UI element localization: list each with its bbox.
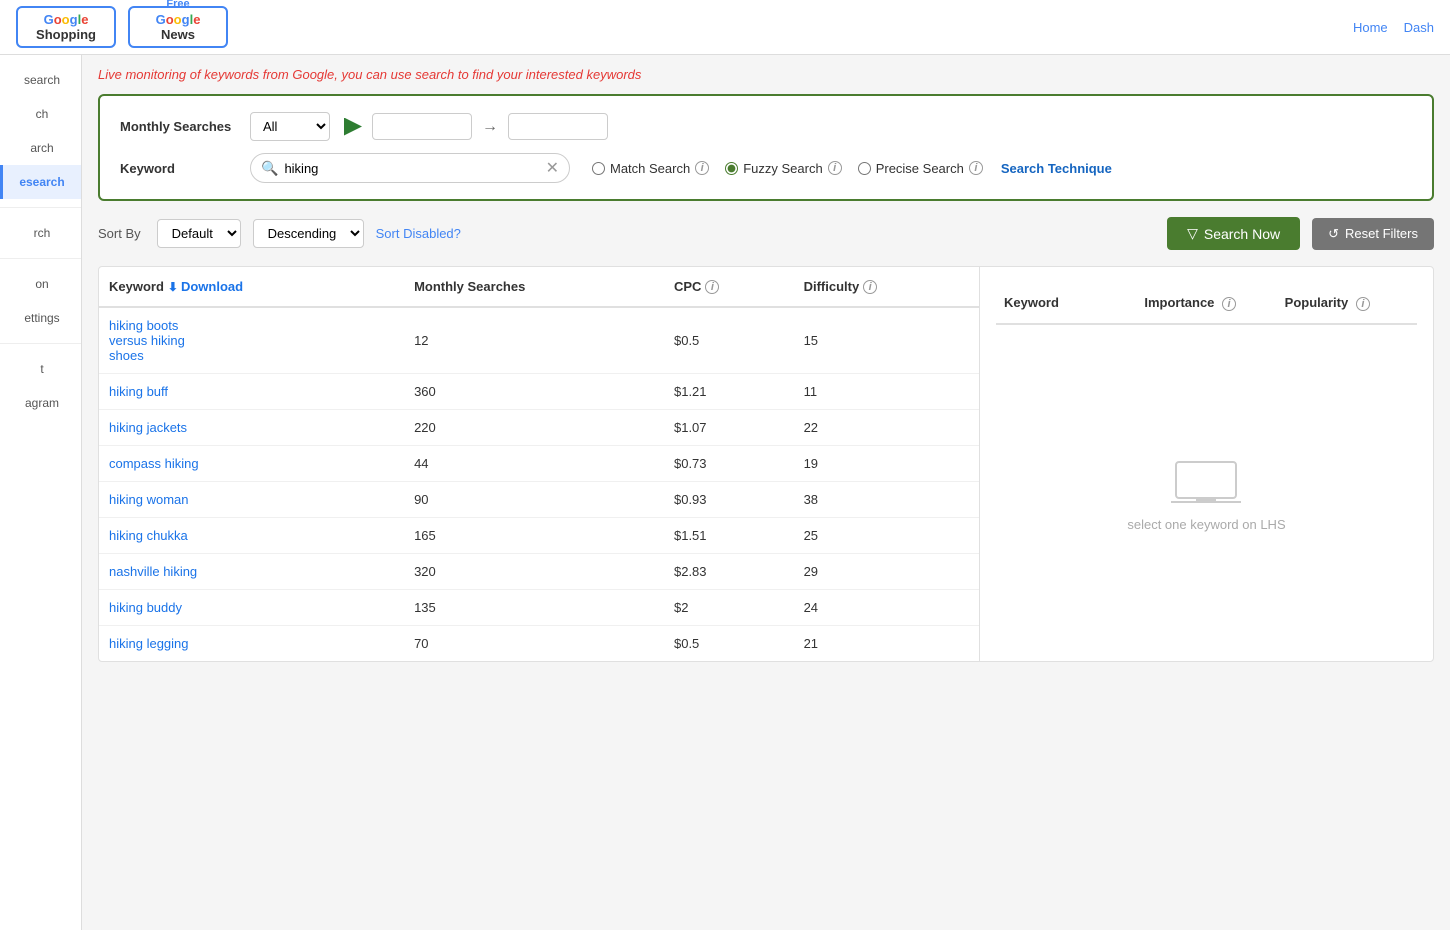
monthly-label: Monthly Searches <box>120 119 240 134</box>
reset-filters-button[interactable]: ↺ Reset Filters <box>1312 218 1434 250</box>
table-row: hiking woman 90 $0.93 38 <box>99 482 979 518</box>
fuzzy-search-radio[interactable]: Fuzzy Search i <box>725 161 841 176</box>
popularity-info-icon[interactable]: i <box>1356 297 1370 311</box>
shopping-tab[interactable]: Google Shopping <box>16 6 116 48</box>
left-panel: Keyword ⬇ Download Mon <box>99 267 979 661</box>
home-link[interactable]: Home <box>1353 20 1388 35</box>
table-row: hiking legging 70 $0.5 21 <box>99 626 979 662</box>
col-keyword: Keyword ⬇ Download <box>99 267 404 307</box>
main-layout: search ch arch esearch rch on ettings <box>0 55 1450 930</box>
app-container: Google Shopping Free Google News Home Da… <box>0 0 1450 930</box>
sort-order-select[interactable]: Descending <box>253 219 364 248</box>
precise-info-icon[interactable]: i <box>969 161 983 175</box>
table-row: hiking jackets 220 $1.07 22 <box>99 410 979 446</box>
top-nav: Google Shopping Free Google News Home Da… <box>0 0 1450 55</box>
results-table: Keyword ⬇ Download Mon <box>99 267 979 661</box>
download-icon: ⬇ <box>168 280 178 294</box>
alert-banner: Live monitoring of keywords from Google,… <box>98 67 1434 82</box>
keyword-link[interactable]: compass hiking <box>109 456 199 471</box>
importance-info-icon[interactable]: i <box>1222 297 1236 311</box>
sidebar: search ch arch esearch rch on ettings <box>0 55 82 930</box>
clear-icon[interactable]: ✕ <box>546 158 559 178</box>
sidebar-item-2[interactable]: arch <box>0 131 81 165</box>
right-panel-hint: select one keyword on LHS <box>1127 517 1285 532</box>
sidebar-item-5[interactable]: on <box>0 267 81 301</box>
fuzzy-info-icon[interactable]: i <box>828 161 842 175</box>
right-panel-placeholder: select one keyword on LHS <box>1127 454 1285 532</box>
difficulty-info-icon[interactable]: i <box>863 280 877 294</box>
keyword-search-container: 🔍 ✕ <box>250 153 570 183</box>
sidebar-item-8[interactable]: agram <box>0 386 81 420</box>
right-col-popularity: Popularity i <box>1277 283 1417 323</box>
table-row: hiking buff 360 $1.21 11 <box>99 374 979 410</box>
search-technique-link[interactable]: Search Technique <box>1001 161 1112 176</box>
results-container: Keyword ⬇ Download Mon <box>98 266 1434 662</box>
cpc-info-icon[interactable]: i <box>705 280 719 294</box>
right-panel: Keyword Importance i Popularity i <box>979 267 1433 661</box>
table-row: nashville hiking 320 $2.83 29 <box>99 554 979 590</box>
keyword-link[interactable]: hiking woman <box>109 492 189 507</box>
search-mode-group: Match Search i Fuzzy Search i Precise Se… <box>592 161 983 176</box>
keyword-link[interactable]: hiking legging <box>109 636 189 651</box>
col-monthly: Monthly Searches <box>404 267 664 307</box>
fuzzy-search-label: Fuzzy Search <box>743 161 822 176</box>
main-content: Live monitoring of keywords from Google,… <box>82 55 1450 930</box>
reset-icon: ↺ <box>1328 226 1339 242</box>
keyword-link[interactable]: hiking bootsversus hikingshoes <box>109 318 185 363</box>
sort-default-select[interactable]: Default <box>157 219 241 248</box>
precise-search-radio[interactable]: Precise Search i <box>858 161 983 176</box>
keyword-link[interactable]: hiking jackets <box>109 420 187 435</box>
sidebar-item-1[interactable]: ch <box>0 97 81 131</box>
free-badge: Free <box>166 0 189 10</box>
news-tab[interactable]: Free Google News <box>128 6 228 48</box>
keyword-link[interactable]: nashville hiking <box>109 564 197 579</box>
right-col-keyword: Keyword <box>996 283 1136 323</box>
sidebar-item-0[interactable]: search <box>0 63 81 97</box>
keyword-label: Keyword <box>120 161 240 176</box>
sidebar-item-7[interactable]: t <box>0 352 81 386</box>
dash-link[interactable]: Dash <box>1404 20 1434 35</box>
select-arrow-icon <box>344 118 362 136</box>
match-search-label: Match Search <box>610 161 690 176</box>
col-cpc: CPC i <box>664 267 794 307</box>
shopping-label: Shopping <box>36 27 96 42</box>
keyword-input[interactable] <box>284 161 539 176</box>
keyword-link[interactable]: hiking buff <box>109 384 168 399</box>
range-to-input[interactable] <box>508 113 608 140</box>
filter-box: Monthly Searches All → Keyword 🔍 ✕ <box>98 94 1434 201</box>
monthly-filter-row: Monthly Searches All → <box>120 112 1412 141</box>
range-from-input[interactable] <box>372 113 472 140</box>
sort-disabled-link[interactable]: Sort Disabled? <box>376 226 461 241</box>
keyword-link[interactable]: hiking buddy <box>109 600 182 615</box>
sidebar-item-6[interactable]: ettings <box>0 301 81 335</box>
placeholder-icon <box>1166 454 1246 514</box>
keyword-filter-row: Keyword 🔍 ✕ Match Search i <box>120 153 1412 183</box>
right-col-importance: Importance i <box>1136 283 1276 323</box>
sort-by-label: Sort By <box>98 226 141 241</box>
table-row: hiking chukka 165 $1.51 25 <box>99 518 979 554</box>
precise-search-label: Precise Search <box>876 161 964 176</box>
col-difficulty: Difficulty i <box>794 267 979 307</box>
match-info-icon[interactable]: i <box>695 161 709 175</box>
match-search-radio[interactable]: Match Search i <box>592 161 709 176</box>
search-icon: 🔍 <box>261 160 278 177</box>
table-row: hiking bootsversus hikingshoes 12 $0.5 1… <box>99 307 979 374</box>
sidebar-item-4[interactable]: rch <box>0 216 81 250</box>
news-label: News <box>161 27 195 42</box>
sidebar-item-3[interactable]: esearch <box>0 165 81 199</box>
table-row: compass hiking 44 $0.73 19 <box>99 446 979 482</box>
keyword-link[interactable]: hiking chukka <box>109 528 188 543</box>
search-funnel-icon: ▽ <box>1187 225 1198 242</box>
controls-row: Sort By Default Descending Sort Disabled… <box>98 217 1434 250</box>
monthly-select[interactable]: All <box>250 112 330 141</box>
nav-links: Home Dash <box>1353 20 1434 35</box>
download-link[interactable]: ⬇ Download <box>168 279 243 294</box>
search-now-button[interactable]: ▽ Search Now <box>1167 217 1300 250</box>
table-row: hiking buddy 135 $2 24 <box>99 590 979 626</box>
range-arrow: → <box>482 118 498 136</box>
